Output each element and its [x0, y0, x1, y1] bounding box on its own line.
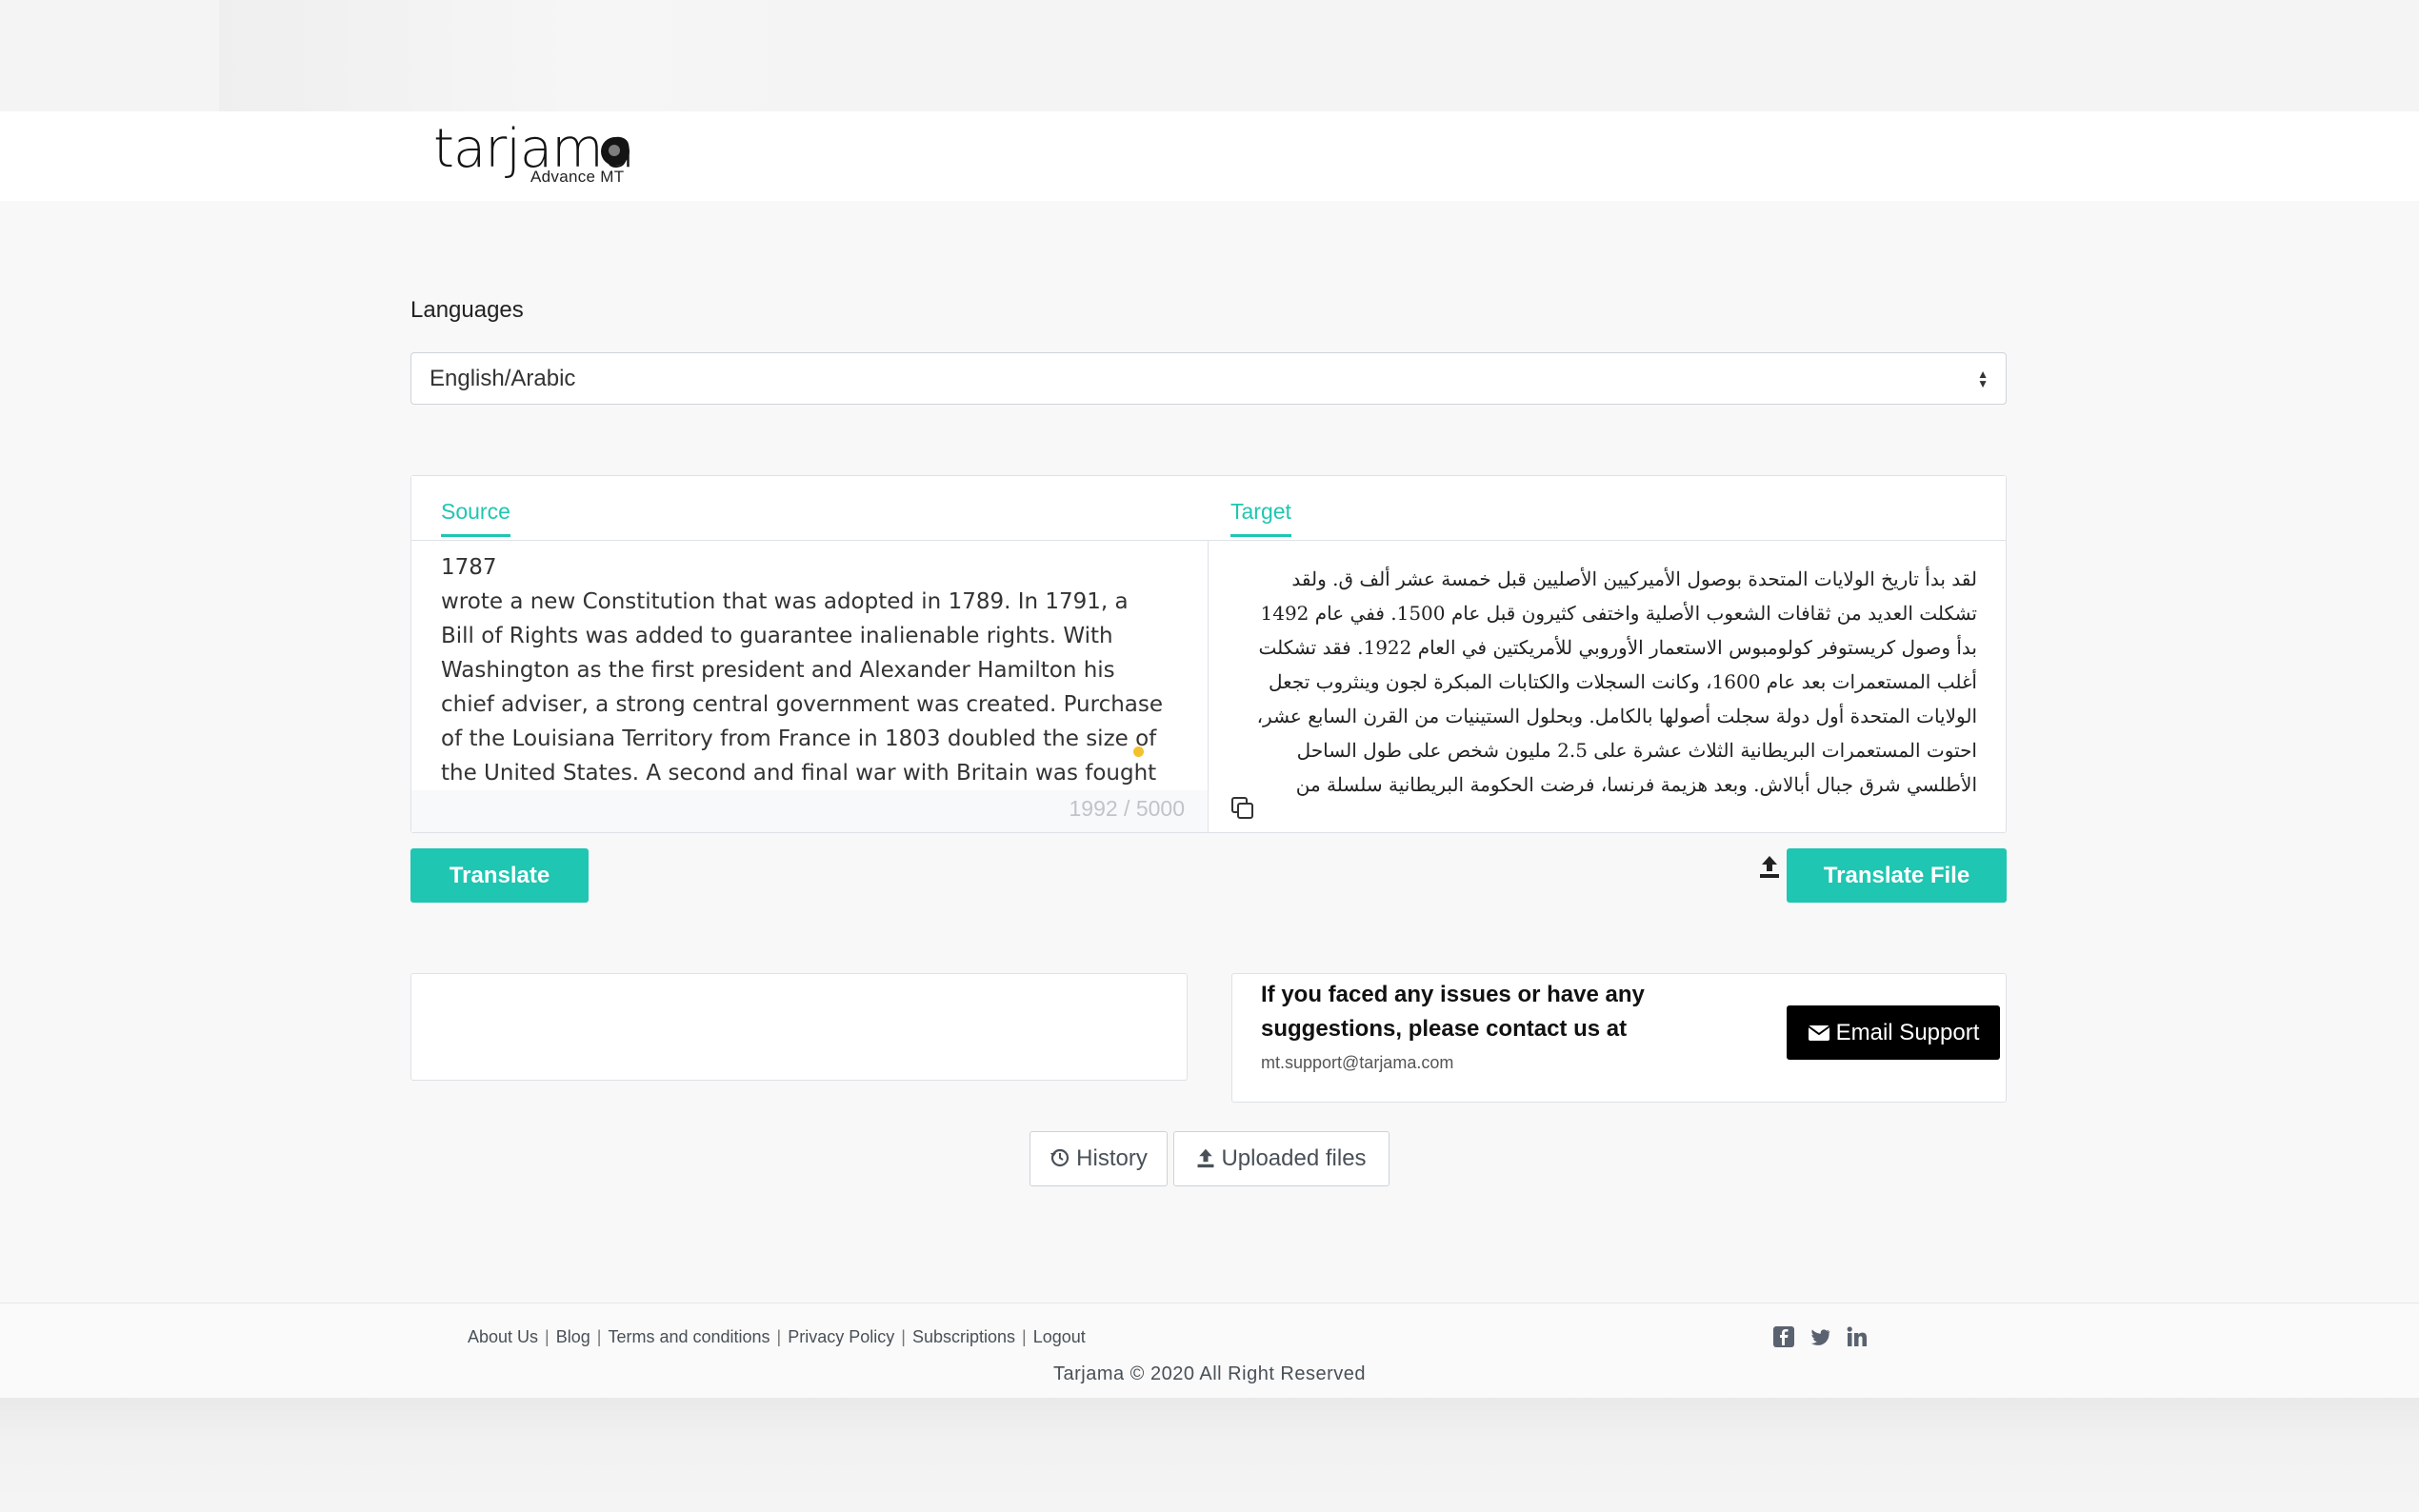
target-output: لقد بدأ تاريخ الولايات المتحدة بوصول الأ… [1209, 541, 2006, 798]
footer-link-subscriptions[interactable]: Subscriptions [912, 1327, 1015, 1346]
source-text: not collect taxes and had no executive o… [441, 541, 1165, 825]
uploaded-files-button[interactable]: Uploaded files [1173, 1131, 1389, 1186]
panel-tabs: Source Target [411, 476, 2006, 541]
upload-icon[interactable] [1759, 854, 1780, 879]
navbar [0, 111, 2419, 201]
envelope-icon [1808, 1025, 1830, 1041]
copy-icon[interactable] [1230, 796, 1255, 821]
logo[interactable]: tarjama Advance MT [433, 118, 635, 189]
tab-target[interactable]: Target [1230, 499, 1291, 537]
email-support-button[interactable]: Email Support [1787, 1005, 2000, 1060]
char-counter-bar: 1992 / 5000 [411, 790, 1208, 832]
footer-link-privacy[interactable]: Privacy Policy [788, 1327, 894, 1346]
footer-link-about[interactable]: About Us [468, 1327, 538, 1346]
social-links [1773, 1326, 1879, 1352]
twitter-icon[interactable] [1809, 1328, 1830, 1349]
browser-top-area [0, 0, 2419, 111]
tab-source[interactable]: Source [441, 499, 510, 537]
support-box: If you faced any issues or have any sugg… [1231, 973, 2007, 1103]
status-dot-icon [1133, 746, 1144, 757]
facebook-icon[interactable] [1773, 1326, 1794, 1347]
history-icon [1050, 1148, 1070, 1167]
history-label: History [1076, 1145, 1148, 1171]
history-button[interactable]: History [1030, 1131, 1168, 1186]
languages-label: Languages [410, 297, 524, 323]
translate-file-button[interactable]: Translate File [1787, 848, 2007, 903]
scroll-clip [411, 541, 1208, 550]
char-counter: 1992 / 5000 [1069, 796, 1185, 821]
languages-select[interactable]: English/Arabic ▲ ▼ [410, 352, 2007, 405]
select-caret-icon: ▲ ▼ [1977, 368, 1989, 390]
translation-panel: Source Target not collect taxes and had … [410, 475, 2007, 833]
languages-select-value: English/Arabic [430, 366, 576, 391]
logo-tagline: Advance MT [530, 168, 625, 186]
target-text: لقد بدأ تاريخ الولايات المتحدة بوصول الأ… [1256, 567, 1977, 796]
uploaded-files-label: Uploaded files [1221, 1145, 1367, 1171]
email-support-label: Email Support [1835, 1020, 1980, 1045]
logo-dot-icon [601, 137, 630, 166]
source-body: wrote a new Constitution that was adopte… [441, 589, 1164, 820]
translate-button[interactable]: Translate [410, 848, 589, 903]
support-email[interactable]: mt.support@tarjama.com [1261, 1053, 1453, 1073]
footer-link-logout[interactable]: Logout [1033, 1327, 1086, 1346]
source-textarea[interactable]: not collect taxes and had no executive o… [411, 541, 1209, 832]
footer-link-blog[interactable]: Blog [556, 1327, 590, 1346]
info-box [410, 973, 1188, 1081]
linkedin-icon[interactable] [1847, 1326, 1868, 1347]
blurred-region-bottom [0, 1398, 2419, 1512]
footer-links: About Us | Blog | Terms and conditions | Priva… [468, 1327, 1086, 1346]
upload-icon [1197, 1148, 1214, 1168]
support-message: If you faced any issues or have any sugg… [1261, 982, 1645, 1042]
footer: About Us | Blog | Terms and conditions | Priva… [0, 1303, 2419, 1399]
copyright: Tarjama © 2020 All Right Reserved [1052, 1363, 1367, 1384]
blurred-region [219, 0, 838, 111]
footer-link-terms[interactable]: Terms and conditions [608, 1327, 770, 1346]
